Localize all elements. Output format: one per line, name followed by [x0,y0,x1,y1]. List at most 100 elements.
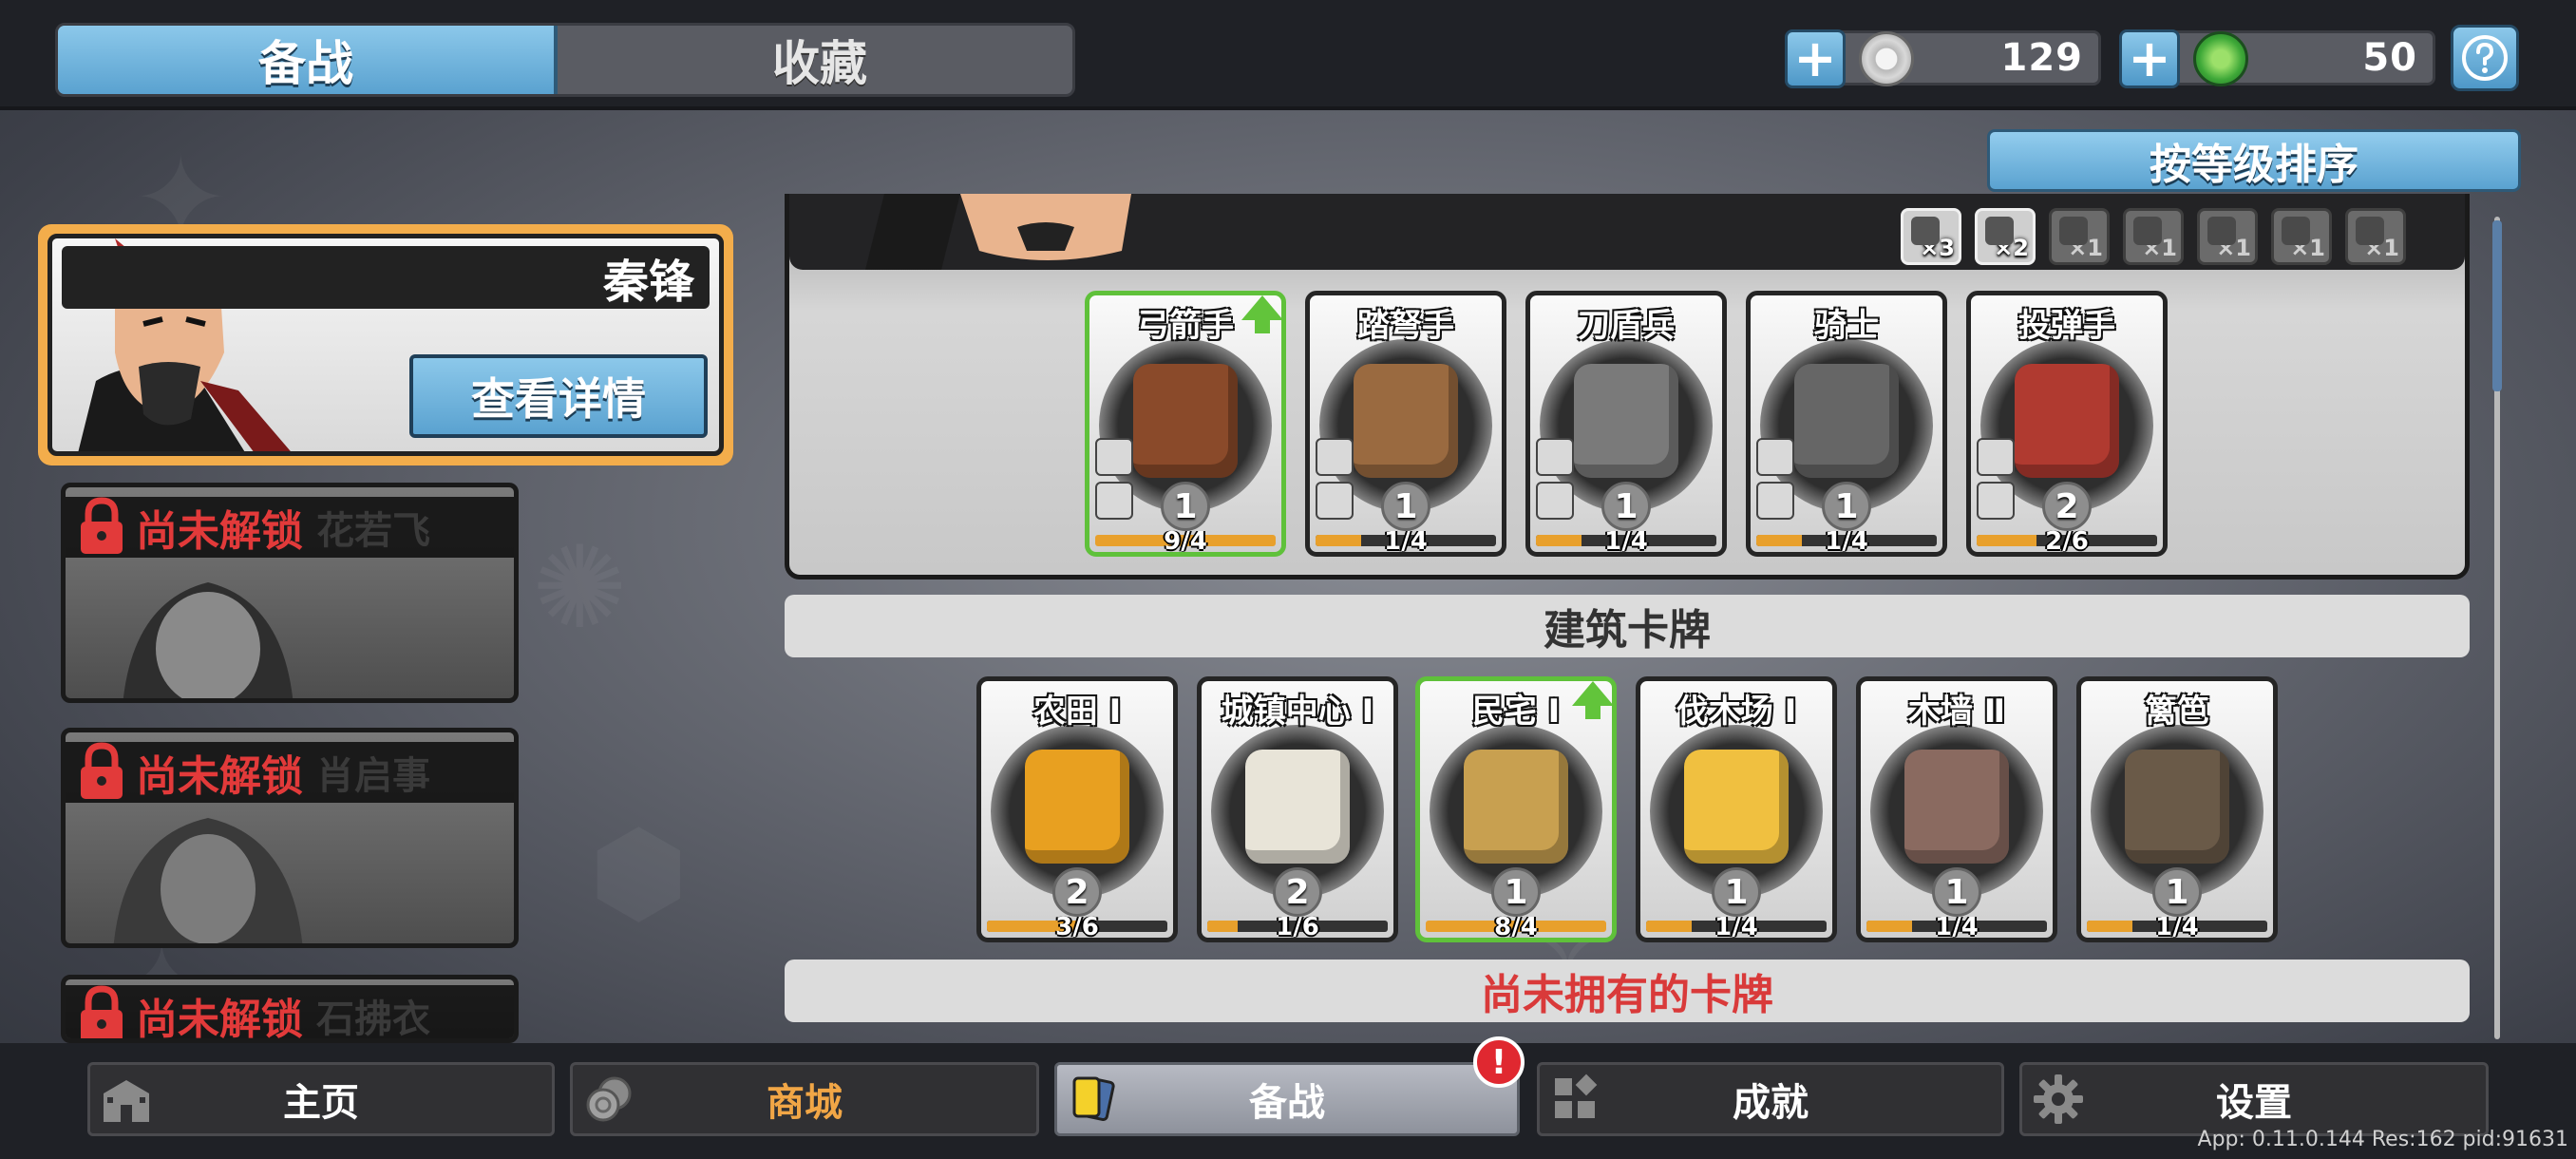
building-card[interactable]: 民宅 Ⅰ 1 8/4 [1415,676,1617,942]
card-level: 1 [1381,482,1430,531]
lock-bar: 尚未解锁 花若飞 [66,497,514,558]
card-figure [1133,364,1238,478]
view-details-button[interactable]: 查看详情 [409,354,708,438]
nav-settings-label: 设置 [2216,1081,2292,1125]
bow-icon [1911,217,1940,245]
attack-type-icon [1095,438,1133,476]
commander-card-selected[interactable]: 秦锋 查看详情 [38,224,733,466]
fist-icon [2059,217,2088,245]
card-progress-text: 1/4 [1825,527,1868,556]
card-figure [2015,364,2119,478]
scrollbar-thumb[interactable] [2492,220,2502,391]
card-progress-text: 1/4 [1935,913,1979,941]
building-card[interactable]: 城镇中心 Ⅰ 2 1/6 [1197,676,1398,942]
top-bar: 备战 收藏 + 129 + 50 [0,0,2576,110]
helmet-type-badge[interactable]: ×2 [1975,208,2036,265]
nav-achievements[interactable]: 成就 [1537,1062,2004,1136]
shield-type-badge[interactable]: ×1 [2197,208,2258,265]
nav-home-label: 主页 [283,1081,359,1125]
card-figure [1904,750,2009,864]
version-info: App: 0.11.0.144 Res:162 pid:91631 [2197,1128,2568,1151]
card-progress-text: 1/4 [1714,913,1758,941]
padlock-icon [81,742,123,799]
nav-achievements-label: 成就 [1733,1081,1809,1125]
nav-settings[interactable]: 设置 [2019,1062,2489,1136]
skull-icon [2282,217,2310,245]
jade-coin-icon [2193,31,2248,86]
card-level: 1 [2152,867,2202,917]
card-figure [1025,750,1129,864]
nav-prepare[interactable]: 备战 ! [1054,1036,1525,1136]
unit-card[interactable]: 刀盾兵 1 1/4 [1525,291,1727,557]
upgrade-arrow-icon [1572,681,1612,719]
card-figure [1684,750,1789,864]
bow-type-badge[interactable]: ×3 [1901,208,1961,265]
defense-type-icon [1536,482,1574,520]
card-level: 1 [1932,867,1981,917]
card-level: 1 [1601,482,1651,531]
card-level: 1 [1712,867,1761,917]
card-progress-text: 1/4 [1384,527,1428,556]
building-cards-header: 建筑卡牌 [785,595,2470,657]
building-card[interactable]: 伐木场 Ⅰ 1 1/4 [1636,676,1837,942]
lock-bar: 尚未解锁 石拂衣 [66,985,514,1043]
building-card[interactable]: 木墙 Ⅱ 1 1/4 [1856,676,2057,942]
tab-prepare[interactable]: 备战 [58,26,558,94]
unit-card[interactable]: 踏弩手 1 1/4 [1305,291,1506,557]
card-progress-text: 8/4 [1494,913,1538,941]
notification-badge: ! [1473,1036,1525,1088]
card-name: 农田 Ⅰ [1032,693,1122,731]
unit-card[interactable]: 投弹手 2 2/6 [1966,291,2168,557]
unit-card[interactable]: 弓箭手 1 9/4 [1085,291,1286,557]
attack-type-icon [1977,438,2015,476]
sort-by-level-button[interactable]: 按等级排序 [1987,129,2521,192]
nav-shop-label: 商城 [767,1081,843,1125]
background-sun-icon: ✺ [532,522,628,655]
commander-card-locked[interactable]: 尚未解锁 肖启事 [61,728,519,948]
nav-home[interactable]: 主页 [87,1062,555,1136]
attack-type-icon [1756,438,1794,476]
card-progress-text: 2/6 [2045,527,2089,556]
coins-icon [586,1076,632,1122]
card-level: 1 [1161,482,1210,531]
card-progress-text: 3/6 [1055,913,1099,941]
nav-prepare-label: 备战 [1249,1081,1325,1125]
skull-type-badge[interactable]: ×1 [2271,208,2332,265]
sword-type-badge[interactable]: ×1 [2123,208,2184,265]
commander-card-locked[interactable]: 尚未解锁 石拂衣 [61,975,519,1043]
question-icon [2462,35,2508,81]
card-name: 刀盾兵 [1578,307,1675,345]
locked-commander-portrait [123,582,294,698]
silver-amount: 129 [2000,36,2083,80]
commander-name-bar: 秦锋 [62,246,710,309]
commander-banner-art [865,194,1131,270]
achievements-icon [1555,1074,1598,1118]
nav-shop[interactable]: 商城 [570,1062,1039,1136]
fist-type-badge[interactable]: ×1 [2049,208,2110,265]
locked-commander-name: 石拂衣 [316,998,430,1041]
unit-card[interactable]: 骑士 1 1/4 [1746,291,1947,557]
help-button[interactable] [2451,25,2519,91]
locked-status: 尚未解锁 [136,996,303,1043]
locked-status: 尚未解锁 [136,507,303,556]
card-name: 踏弩手 [1357,307,1454,345]
building-card[interactable]: 农田 Ⅰ 2 3/6 [976,676,1178,942]
add-silver-button[interactable]: + [1785,29,1846,88]
card-name: 城镇中心 Ⅰ [1221,693,1374,731]
commander-card-locked[interactable]: 尚未解锁 花若飞 [61,483,519,703]
defense-type-icon [1095,482,1133,520]
attack-type-icon [1316,438,1354,476]
silver-coin-icon [1859,31,1914,86]
defense-type-icon [1316,482,1354,520]
card-figure [1794,364,1899,478]
catapult-type-badge[interactable]: ×1 [2345,208,2406,265]
tab-collection[interactable]: 收藏 [561,26,1072,94]
card-progress-text: 1/4 [1604,527,1648,556]
card-level: 2 [2042,482,2092,531]
castle-icon [104,1080,149,1122]
catapult-icon [2356,217,2384,245]
gear-icon [2034,1074,2083,1124]
building-card[interactable]: 篱笆 1 1/4 [2076,676,2278,942]
card-name: 篱笆 [2145,693,2209,731]
add-jade-button[interactable]: + [2119,29,2180,88]
